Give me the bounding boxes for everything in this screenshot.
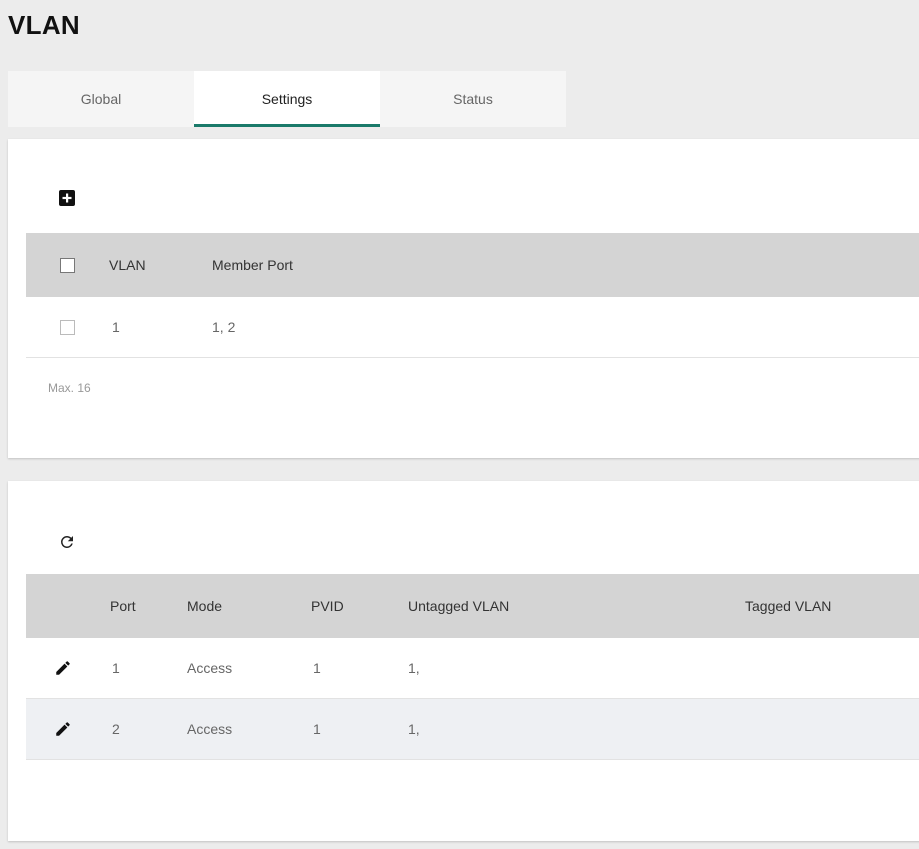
pencil-icon (56, 661, 70, 675)
table-row[interactable]: 1 1, 2 (26, 297, 919, 358)
tab-settings[interactable]: Settings (194, 71, 380, 127)
column-header-pvid: PVID (311, 598, 344, 614)
cell-untagged-vlan: 1, (408, 660, 420, 676)
vlan-table-header: VLAN Member Port (26, 233, 919, 297)
port-settings-card: Port Mode PVID Untagged VLAN Tagged VLAN… (8, 481, 919, 841)
column-header-tagged-vlan: Tagged VLAN (745, 598, 832, 614)
cell-untagged-vlan: 1, (408, 721, 420, 737)
cell-mode: Access (187, 721, 233, 737)
table-row[interactable]: 2 Access 1 1, (26, 699, 919, 760)
cell-port: 2 (112, 721, 120, 737)
max-entries-note: Max. 16 (48, 381, 91, 395)
tab-global[interactable]: Global (8, 71, 194, 127)
pencil-icon (56, 722, 70, 736)
cell-port: 1 (112, 660, 120, 676)
add-vlan-button[interactable] (55, 186, 79, 210)
cell-vlan: 1 (112, 319, 120, 335)
tab-status[interactable]: Status (380, 71, 566, 127)
edit-port-button[interactable] (51, 656, 75, 680)
tab-bar: Global Settings Status (8, 71, 566, 127)
refresh-button[interactable] (55, 530, 79, 554)
vlan-list-card: VLAN Member Port 1 1, 2 Max. 16 (8, 139, 919, 458)
refresh-icon (60, 536, 73, 548)
column-header-port: Port (110, 598, 136, 614)
column-header-vlan: VLAN (109, 257, 146, 273)
edit-port-button[interactable] (51, 717, 75, 741)
column-header-untagged-vlan: Untagged VLAN (408, 598, 510, 614)
select-all-checkbox[interactable] (60, 258, 75, 273)
add-box-icon (59, 190, 75, 206)
column-header-member-port: Member Port (212, 257, 293, 273)
port-table-header: Port Mode PVID Untagged VLAN Tagged VLAN (26, 574, 919, 638)
table-row[interactable]: 1 Access 1 1, (26, 638, 919, 699)
page-title: VLAN (8, 10, 80, 40)
row-checkbox[interactable] (60, 320, 75, 335)
cell-pvid: 1 (313, 721, 321, 737)
cell-member-port: 1, 2 (212, 319, 236, 335)
cell-pvid: 1 (313, 660, 321, 676)
column-header-mode: Mode (187, 598, 223, 614)
cell-mode: Access (187, 660, 233, 676)
